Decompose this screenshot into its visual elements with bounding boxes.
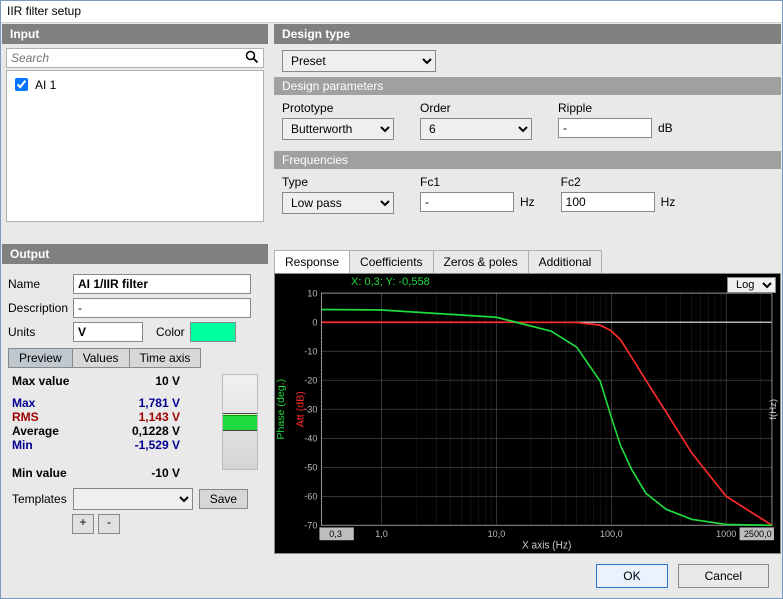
svg-text:10: 10 (307, 288, 317, 298)
svg-text:-60: -60 (304, 491, 317, 501)
minvalue-value: -10 V (90, 466, 180, 480)
tab-additional[interactable]: Additional (528, 250, 603, 273)
fc2-label: Fc2 (561, 175, 676, 189)
svg-text:0,3: 0,3 (329, 529, 342, 539)
svg-text:-70: -70 (304, 520, 317, 530)
svg-text:X axis (Hz): X axis (Hz) (522, 541, 571, 552)
cancel-button[interactable]: Cancel (678, 564, 769, 588)
svg-text:2500,0: 2500,0 (744, 529, 772, 539)
template-add-button[interactable]: + (72, 514, 94, 534)
ripple-label: Ripple (558, 101, 673, 115)
svg-text:1,0: 1,0 (375, 529, 388, 539)
tab-coefficients[interactable]: Coefficients (349, 250, 433, 273)
cursor-readout: X: 0,3; Y: -0,558 (351, 276, 430, 288)
ripple-input[interactable] (558, 118, 652, 138)
prototype-select[interactable]: Butterworth (282, 118, 394, 140)
channel-row[interactable]: AI 1 (11, 75, 259, 94)
stat-max-value: 1,781 V (90, 396, 180, 410)
svg-text:f(Hz): f(Hz) (768, 399, 778, 420)
stat-rms-value: 1,143 V (90, 410, 180, 424)
templates-label: Templates (12, 492, 67, 506)
fc1-input[interactable] (420, 192, 514, 212)
stat-avg-value: 0,1228 V (90, 424, 180, 438)
ok-button[interactable]: OK (596, 564, 667, 588)
freq-type-label: Type (282, 175, 394, 189)
fc1-label: Fc1 (420, 175, 535, 189)
timeaxis-tab[interactable]: Time axis (130, 348, 202, 368)
output-header: Output (2, 244, 268, 264)
stat-min-label: Min (12, 438, 90, 452)
tab-zeros-poles[interactable]: Zeros & poles (433, 250, 529, 273)
response-chart[interactable]: Log X: 0,3; Y: -0,558 10 0 -10 -20 -30 -40 -50… (274, 273, 781, 554)
output-panel: Output Name Description Units Color (2, 244, 268, 554)
svg-text:Phase (deg.): Phase (deg.) (276, 379, 287, 440)
svg-text:10,0: 10,0 (488, 529, 506, 539)
template-remove-button[interactable]: - (98, 514, 120, 534)
svg-text:-10: -10 (304, 346, 317, 356)
stat-avg-label: Average (12, 424, 90, 438)
templates-select[interactable] (73, 488, 193, 510)
name-label: Name (8, 277, 68, 291)
ripple-unit: dB (658, 121, 673, 135)
units-input[interactable] (73, 322, 143, 342)
stat-min-value: -1,529 V (90, 438, 180, 452)
stat-rms-label: RMS (12, 410, 90, 424)
order-label: Order (420, 101, 532, 115)
svg-text:Att (dB): Att (dB) (295, 391, 306, 427)
svg-text:1000: 1000 (716, 529, 736, 539)
svg-text:-30: -30 (304, 404, 317, 414)
save-button[interactable]: Save (199, 489, 248, 509)
response-panel: Response Coefficients Zeros & poles Addi… (274, 244, 781, 554)
search-icon[interactable] (245, 50, 259, 64)
level-bar (222, 374, 258, 480)
svg-text:-50: -50 (304, 462, 317, 472)
search-input[interactable] (6, 48, 264, 68)
design-header: Design type (274, 24, 781, 44)
preview-tab[interactable]: Preview (8, 348, 73, 368)
window-title: IIR filter setup (1, 1, 782, 23)
desc-label: Description (8, 301, 68, 315)
units-label: Units (8, 325, 68, 339)
svg-text:-20: -20 (304, 375, 317, 385)
chart-svg: 10 0 -10 -20 -30 -40 -50 -60 -70 Phase (deg.) Att … (275, 274, 780, 553)
tab-response[interactable]: Response (274, 250, 350, 273)
color-label: Color (156, 325, 185, 339)
maxvalue-label: Max value (12, 374, 90, 388)
channel-list[interactable]: AI 1 (6, 70, 264, 222)
input-header: Input (2, 24, 268, 44)
prototype-label: Prototype (282, 101, 394, 115)
fc2-unit: Hz (661, 195, 676, 209)
window-root: IIR filter setup Input AI 1 (0, 0, 783, 599)
maxvalue-value: 10 V (90, 374, 180, 388)
color-swatch[interactable] (190, 322, 236, 342)
channel-label: AI 1 (35, 78, 56, 92)
fc1-unit: Hz (520, 195, 535, 209)
desc-input[interactable] (73, 298, 251, 318)
fc2-input[interactable] (561, 192, 655, 212)
frequencies-header: Frequencies (274, 151, 781, 169)
design-params-header: Design parameters (274, 77, 781, 95)
freq-type-select[interactable]: Low pass (282, 192, 394, 214)
design-panel: Design type Preset Design parameters Pro… (274, 24, 781, 238)
stat-max-label: Max (12, 396, 90, 410)
name-input[interactable] (73, 274, 251, 294)
svg-text:-40: -40 (304, 433, 317, 443)
preset-select[interactable]: Preset (282, 50, 436, 72)
values-tab[interactable]: Values (73, 348, 130, 368)
minvalue-label: Min value (12, 466, 90, 480)
input-panel: Input AI 1 (2, 24, 268, 238)
channel-checkbox[interactable] (15, 78, 28, 91)
order-select[interactable]: 6 (420, 118, 532, 140)
scale-select[interactable]: Log (727, 277, 776, 293)
svg-text:0: 0 (312, 317, 317, 327)
content: Input AI 1 Design type (1, 23, 782, 598)
svg-text:100,0: 100,0 (600, 529, 623, 539)
